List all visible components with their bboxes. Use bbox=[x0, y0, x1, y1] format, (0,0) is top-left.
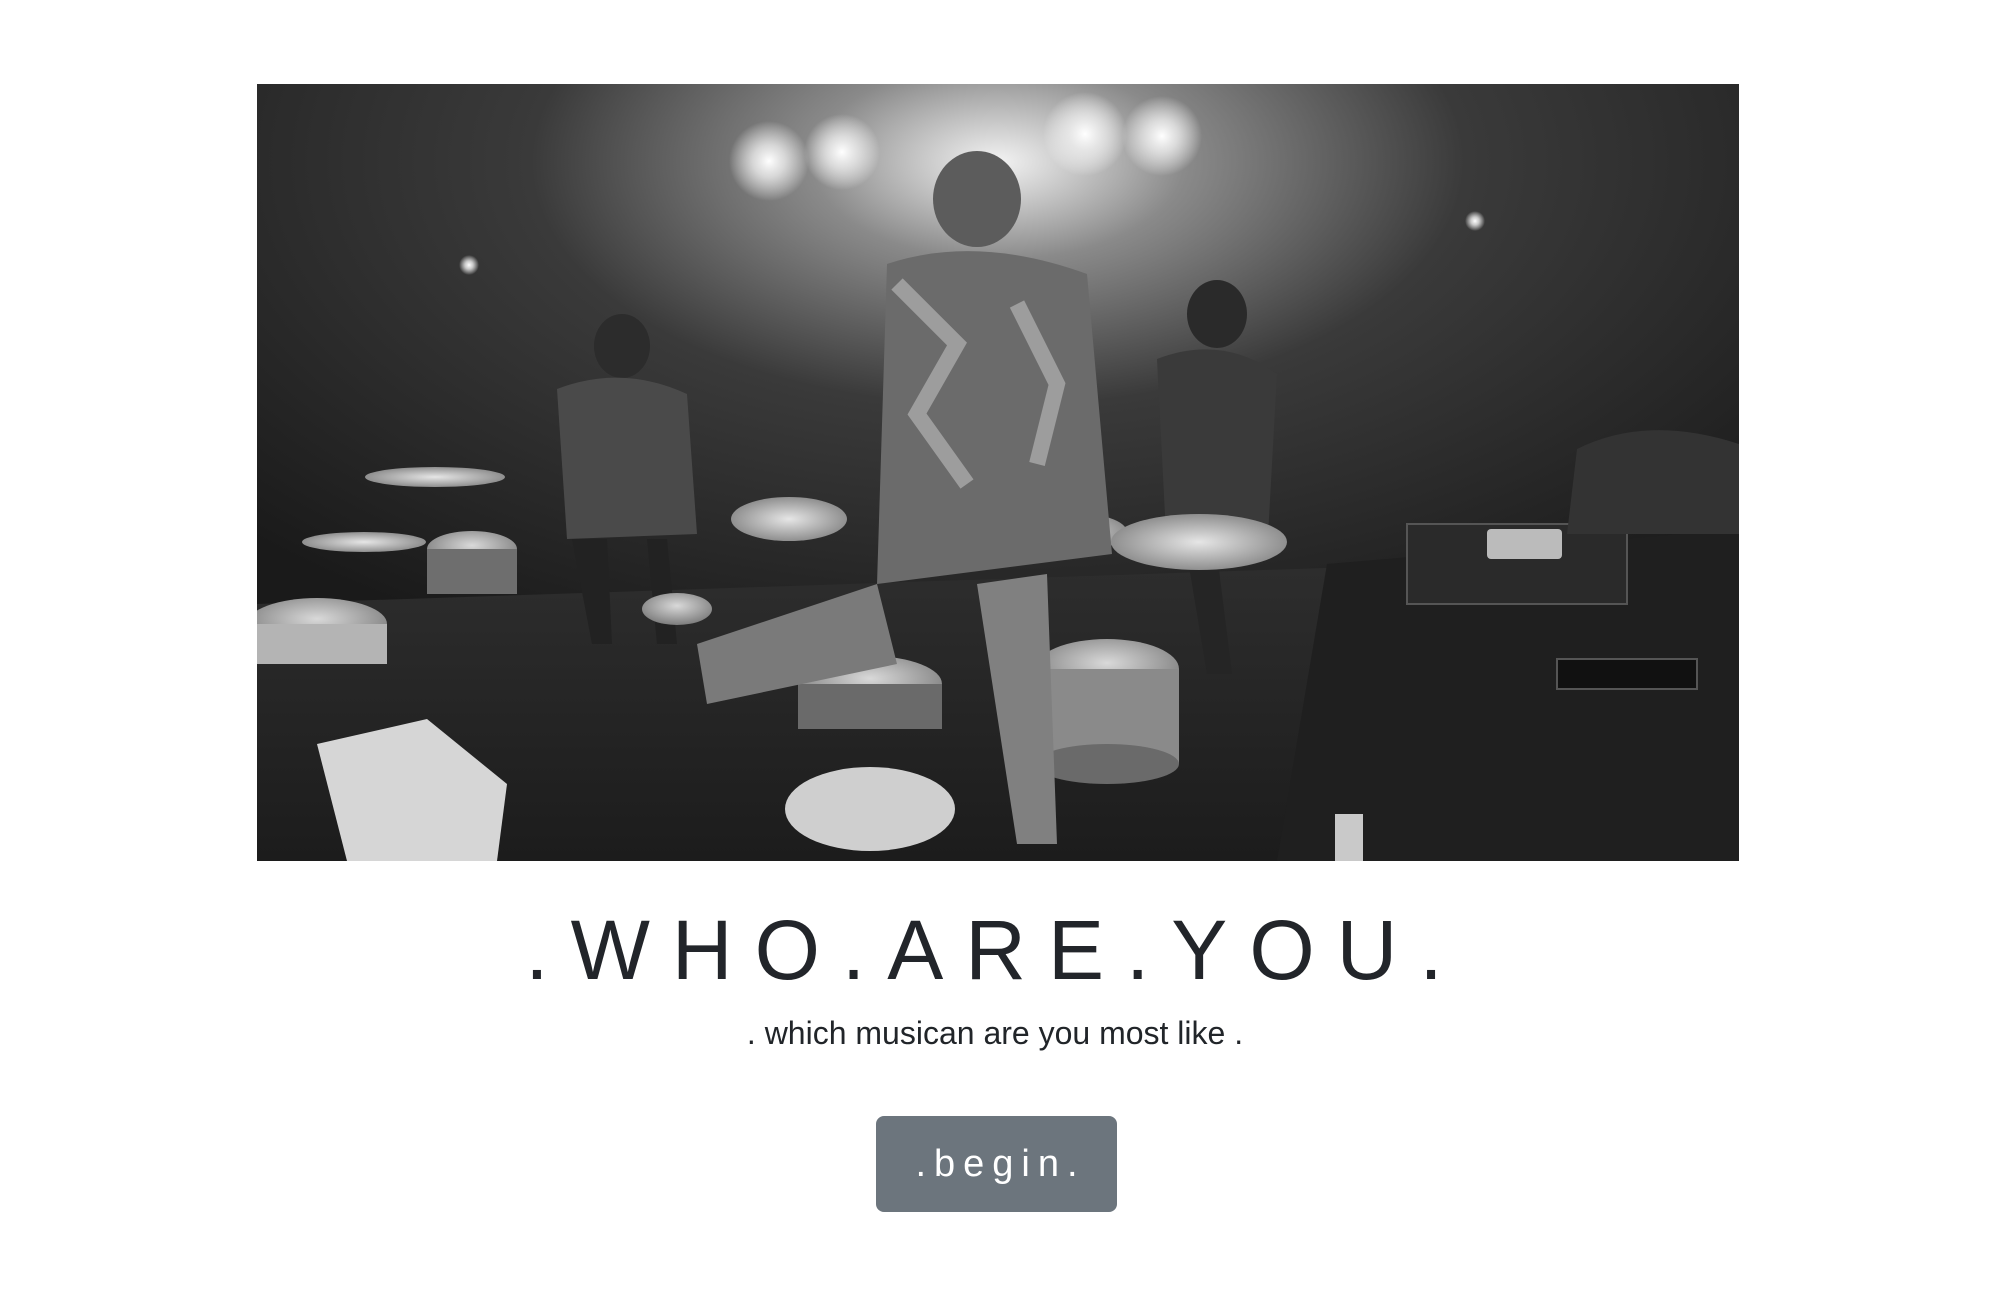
page-title: .WHO.ARE.YOU. bbox=[525, 903, 1465, 997]
hero-image bbox=[257, 84, 1739, 861]
landing-page: .WHO.ARE.YOU. . which musican are you mo… bbox=[0, 0, 1990, 1308]
band-on-stage-photo bbox=[257, 84, 1739, 861]
begin-button[interactable]: .begin. bbox=[876, 1116, 1117, 1212]
page-subtitle: . which musican are you most like . bbox=[746, 1015, 1244, 1051]
